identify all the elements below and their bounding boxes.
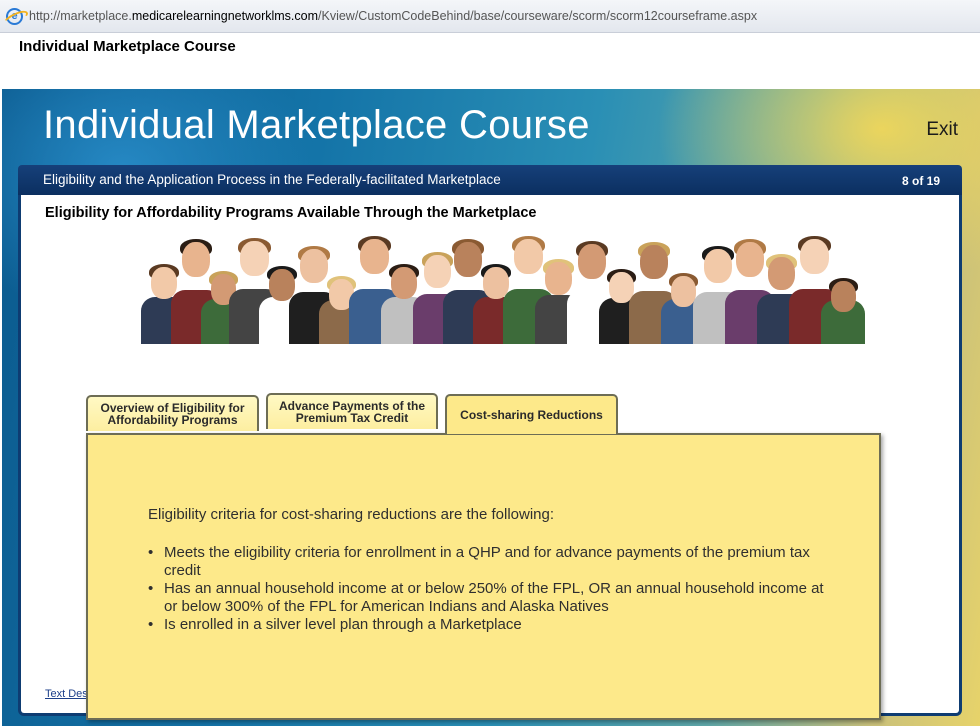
tab-overview-label-line2: Affordability Programs [107,413,238,427]
module-title: Eligibility and the Application Process … [43,172,501,187]
internet-explorer-icon: e [6,7,23,25]
tab-advance-payments[interactable]: Advance Payments of the Premium Tax Cred… [266,393,438,429]
window-title: Individual Marketplace Course [19,38,236,55]
list-item: Is enrolled in a silver level plan throu… [148,616,828,634]
course-title: Individual Marketplace Course [43,103,590,147]
page-counter: 8 of 19 [901,174,940,188]
window-title-bar: Individual Marketplace Course [0,33,980,89]
tab-cost-sharing-label: Cost-sharing Reductions [460,408,603,422]
exit-button[interactable]: Exit [926,119,958,141]
people-illustration [121,231,881,344]
tab-advance-label-line2: Premium Tax Credit [295,411,409,425]
course-stage: Individual Marketplace Course Exit Eligi… [2,89,980,726]
content-panel: Eligibility for Affordability Programs A… [18,195,962,720]
tab-overview-label: Overview of Eligibility for Affordabilit… [100,402,244,426]
list-item: Meets the eligibility criteria for enrol… [148,544,828,580]
url-domain: medicarelearningnetworklms.com [131,9,319,23]
tab-cost-sharing-reductions[interactable]: Cost-sharing Reductions [445,394,618,434]
tab-advance-label: Advance Payments of the Premium Tax Cred… [279,400,425,424]
page-heading: Eligibility for Affordability Programs A… [45,205,537,221]
tab-overview-eligibility[interactable]: Overview of Eligibility for Affordabilit… [86,395,259,431]
url-path: /Kview/CustomCodeBehind/base/courseware/… [318,9,758,23]
criteria-list: Meets the eligibility criteria for enrol… [148,544,828,634]
person-figure [821,231,865,344]
url-prefix: http://marketplace. [29,9,132,23]
url-text[interactable]: http://marketplace.medicarelearningnetwo… [29,9,757,23]
address-bar[interactable]: e http://marketplace.medicarelearningnet… [0,0,980,33]
tab-content-card: Eligibility criteria for cost-sharing re… [86,433,881,720]
list-item: Has an annual household income at or bel… [148,580,828,616]
criteria-intro: Eligibility criteria for cost-sharing re… [148,506,555,523]
module-header-bar: Eligibility and the Application Process … [18,165,962,195]
